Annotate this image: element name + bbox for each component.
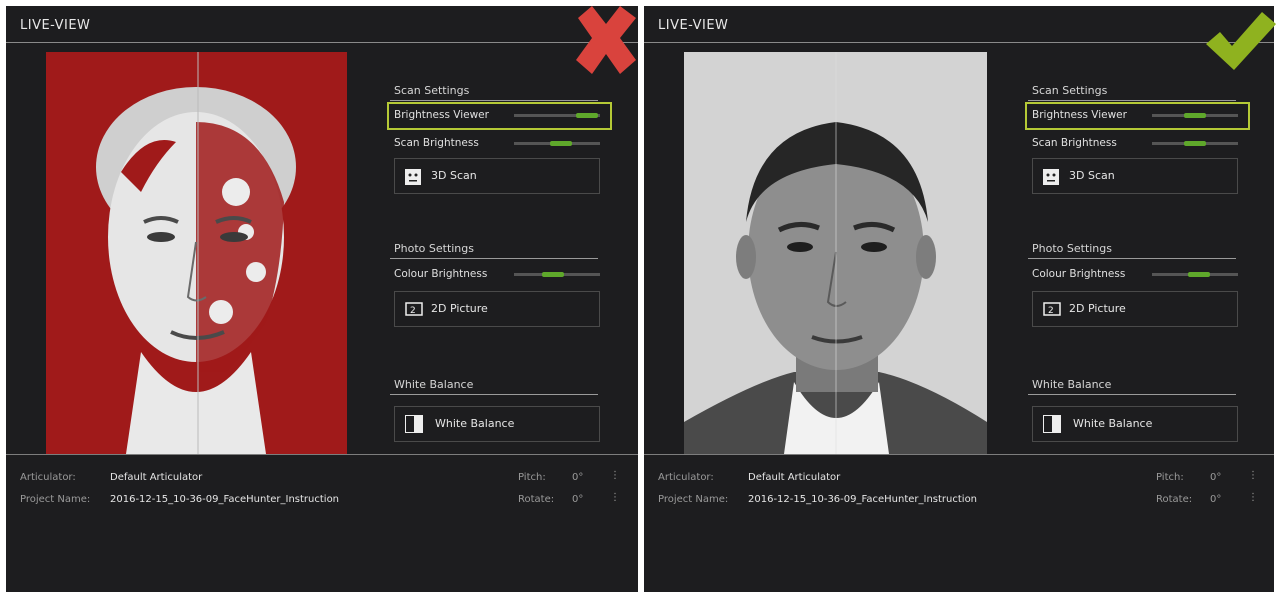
scan-brightness-slider[interactable] [1152,141,1238,146]
articulator-label: Articulator: [20,472,76,483]
rotate-value: 0° [1210,494,1222,505]
white-balance-label: White Balance [1073,417,1153,430]
footer-divider [644,454,1274,455]
scan-brightness-label: Scan Brightness [1032,137,1117,149]
2d-picture-label: 2D Picture [1069,302,1126,315]
colour-brightness-label: Colour Brightness [1032,268,1126,280]
white-balance-label: White Balance [435,417,515,430]
brightness-viewer-label: Brightness Viewer [394,109,489,121]
panel-title: LIVE-VIEW [20,18,91,33]
slider-fill [541,272,564,277]
pitch-label: Pitch: [518,472,546,483]
svg-text:2: 2 [410,306,416,316]
x-mark-icon [576,6,636,74]
pitch-value: 0° [572,472,584,483]
photo-settings-heading: Photo Settings [1032,242,1112,255]
title-divider [6,42,638,43]
colour-brightness-label: Colour Brightness [394,268,488,280]
colour-brightness-slider[interactable] [1152,272,1238,277]
scan-settings-heading: Scan Settings [394,84,470,97]
live-view-image-overexposed [46,52,347,454]
panel-title: LIVE-VIEW [658,18,729,33]
title-divider [644,42,1274,43]
3d-scan-button[interactable]: 3D Scan [394,158,600,194]
colour-brightness-slider[interactable] [514,272,600,277]
2d-picture-button[interactable]: 2 2D Picture [1032,291,1238,327]
brightness-viewer-slider[interactable] [514,113,600,118]
white-balance-button[interactable]: White Balance [1032,406,1238,442]
face-scan-icon [1043,169,1059,185]
scan-brightness-slider[interactable] [514,141,600,146]
rotate-label: Rotate: [518,494,555,505]
pitch-stepper[interactable]: ⋮ [610,470,620,481]
project-name-value: 2016-12-15_10-36-09_FaceHunter_Instructi… [748,494,978,505]
3d-scan-label: 3D Scan [431,169,477,182]
rotate-value: 0° [572,494,584,505]
scan-settings-heading: Scan Settings [1032,84,1108,97]
pitch-value: 0° [1210,472,1222,483]
2d-picture-button[interactable]: 2 2D Picture [394,291,600,327]
pitch-stepper[interactable]: ⋮ [1248,470,1258,481]
slider-fill [576,113,599,118]
footer-divider [6,454,638,455]
3d-scan-button[interactable]: 3D Scan [1032,158,1238,194]
articulator-label: Articulator: [658,472,714,483]
camera-picture-icon: 2 [1043,302,1061,316]
slider-fill [550,141,573,146]
live-view-panel-left: LIVE-VIEW Scan Settings Brightness Viewe… [6,6,638,592]
brightness-viewer-label: Brightness Viewer [1032,109,1127,121]
check-mark-icon [1206,12,1276,70]
white-balance-heading: White Balance [1032,378,1112,391]
2d-picture-label: 2D Picture [431,302,488,315]
camera-picture-icon: 2 [405,302,423,316]
section-divider [390,258,598,259]
section-divider [390,394,598,395]
photo-settings-heading: Photo Settings [394,242,474,255]
section-divider [390,100,598,101]
rotate-label: Rotate: [1156,494,1193,505]
slider-fill [1184,113,1206,118]
svg-text:2: 2 [1048,306,1054,316]
3d-scan-label: 3D Scan [1069,169,1115,182]
live-view-panel-right: LIVE-VIEW Scan Settings Brightness Viewe… [644,6,1274,592]
section-divider [1028,258,1236,259]
slider-fill [1188,272,1211,277]
brightness-viewer-slider[interactable] [1152,113,1238,118]
articulator-value: Default Articulator [748,472,841,483]
face-scan-icon [405,169,421,185]
project-name-label: Project Name: [658,494,729,505]
project-name-value: 2016-12-15_10-36-09_FaceHunter_Instructi… [110,494,340,505]
pitch-label: Pitch: [1156,472,1184,483]
white-balance-icon [405,415,423,433]
rotate-stepper[interactable]: ⋮ [1248,492,1258,503]
white-balance-button[interactable]: White Balance [394,406,600,442]
section-divider [1028,394,1236,395]
rotate-stepper[interactable]: ⋮ [610,492,620,503]
project-name-label: Project Name: [20,494,91,505]
live-view-image-correct [684,52,987,454]
section-divider [1028,100,1236,101]
white-balance-heading: White Balance [394,378,474,391]
articulator-value: Default Articulator [110,472,203,483]
slider-fill [1184,141,1206,146]
scan-brightness-label: Scan Brightness [394,137,479,149]
white-balance-icon [1043,415,1061,433]
